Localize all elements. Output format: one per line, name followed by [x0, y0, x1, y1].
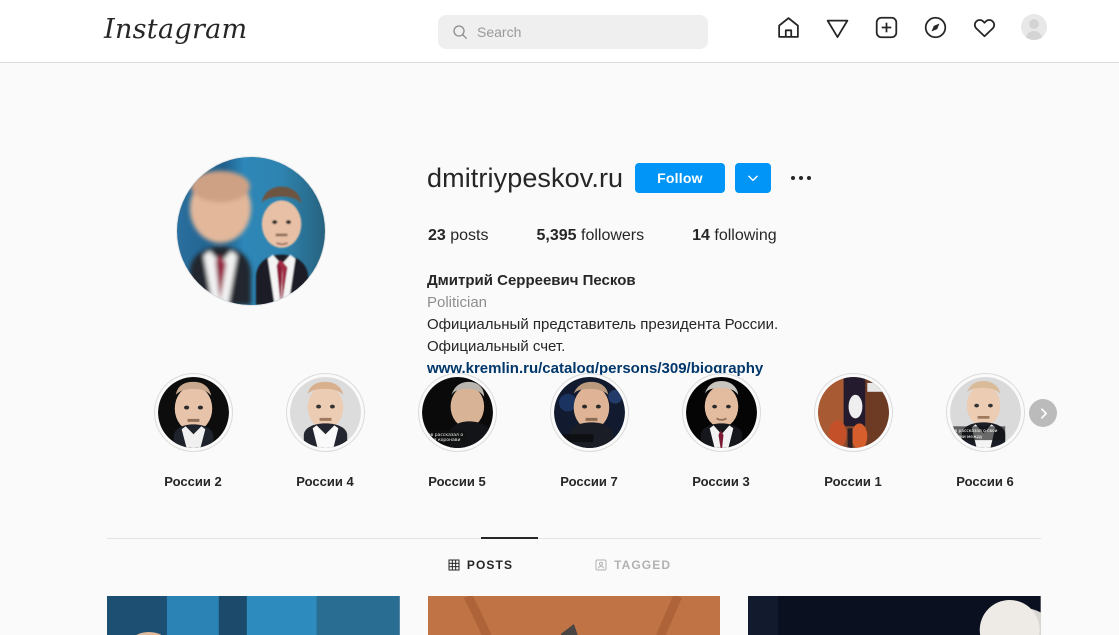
following-count: 14	[692, 227, 710, 244]
highlight-label: России 7	[560, 474, 618, 489]
highlight-item[interactable]: России 1	[798, 373, 908, 489]
top-navbar: Instagram Search	[0, 0, 1119, 63]
highlight-ring	[681, 373, 761, 452]
tab-posts[interactable]: POSTS	[448, 558, 513, 572]
story-highlights: России 2 России 4 ов рассказал о ния кор…	[0, 373, 1119, 493]
posts-count: 23	[428, 227, 446, 244]
instagram-logo[interactable]: Instagram	[104, 16, 247, 43]
svg-text:чении между: чении между	[951, 435, 982, 440]
profile-picture-image	[177, 157, 325, 305]
svg-text:ов рассказал о свои: ов рассказал о свои	[951, 429, 997, 434]
highlight-thumbnail	[289, 377, 361, 448]
stat-followers[interactable]: 5,395 followers	[537, 227, 645, 245]
post-thumbnail[interactable]	[107, 596, 400, 635]
post-image	[427, 596, 721, 635]
highlight-ring: ов рассказал о свои чении между	[945, 373, 1025, 452]
highlight-item[interactable]: ов рассказал о свои чении между России 6	[930, 373, 1040, 489]
highlight-item[interactable]: России 4	[270, 373, 380, 489]
ellipsis-icon	[798, 176, 803, 180]
highlights-next-button[interactable]	[1029, 399, 1057, 427]
svg-text:ния коронави: ния коронави	[427, 438, 460, 443]
paper-plane-icon[interactable]	[825, 15, 850, 40]
posts-label: posts	[450, 227, 489, 244]
highlight-item[interactable]: ов рассказал о ния коронави России 5	[402, 373, 512, 489]
post-image	[748, 596, 1042, 635]
post-thumbnail[interactable]	[427, 596, 721, 635]
avatar-icon[interactable]	[1021, 14, 1047, 40]
following-label: following	[714, 227, 777, 244]
highlight-thumbnail: ов рассказал о ния коронави	[421, 377, 493, 448]
tagged-icon	[595, 559, 607, 571]
highlight-item[interactable]: России 2	[138, 373, 248, 489]
grid-icon	[448, 559, 460, 571]
highlight-ring	[549, 373, 629, 452]
ellipsis-icon	[806, 176, 811, 180]
username-row: dmitriypeskov.ru Follow	[427, 163, 817, 193]
active-tab-indicator	[481, 537, 538, 539]
home-icon[interactable]	[776, 15, 801, 40]
profile-picture[interactable]	[176, 156, 326, 306]
chevron-down-icon	[747, 175, 758, 182]
highlight-item[interactable]: России 7	[534, 373, 644, 489]
highlight-ring	[153, 373, 233, 452]
highlight-thumbnail	[157, 377, 229, 448]
stat-posts[interactable]: 23 posts	[428, 227, 489, 245]
highlight-label: России 5	[428, 474, 486, 489]
bio-full-name: Дмитрий Серреевич Песков	[427, 272, 636, 289]
highlight-label: России 3	[692, 474, 750, 489]
highlight-label: России 2	[164, 474, 222, 489]
highlight-thumbnail	[685, 377, 757, 448]
highlight-thumbnail	[817, 377, 889, 448]
followers-count: 5,395	[536, 227, 577, 244]
page-title: dmitriypeskov.ru	[427, 162, 624, 193]
heart-icon[interactable]	[972, 15, 997, 40]
post-image	[107, 596, 400, 635]
search-placeholder: Search	[477, 24, 522, 40]
bio-line-2: Официальный счет.	[427, 338, 566, 356]
tab-posts-label: POSTS	[466, 558, 514, 572]
highlight-ring	[285, 373, 365, 452]
post-thumbnail[interactable]	[748, 596, 1042, 635]
profile-bio: Дмитрий Серреевич Песков Politician Офиц…	[427, 270, 897, 380]
post-grid	[107, 596, 1042, 635]
follow-dropdown-button[interactable]	[734, 163, 771, 193]
tabs-divider	[107, 538, 1041, 539]
search-input[interactable]: Search	[438, 15, 708, 49]
profile-options-button[interactable]	[785, 176, 817, 180]
follow-button[interactable]: Follow	[635, 163, 725, 193]
ellipsis-icon	[790, 176, 795, 180]
nav-icon-group	[776, 14, 1047, 40]
search-icon	[453, 25, 468, 40]
highlight-item[interactable]: России 3	[666, 373, 776, 489]
chevron-right-icon	[1040, 407, 1047, 419]
highlight-label: России 4	[296, 474, 354, 489]
highlight-ring	[813, 373, 893, 452]
bio-line-1: Официальный представитель президента Рос…	[427, 316, 779, 334]
highlight-thumbnail	[553, 377, 625, 448]
highlight-ring: ов рассказал о ния коронави	[417, 373, 497, 452]
tab-tagged[interactable]: TAGGED	[595, 558, 671, 572]
profile-tabs: POSTS TAGGED	[0, 558, 1119, 572]
bio-category: Politician	[427, 294, 488, 312]
followers-label: followers	[581, 227, 645, 244]
highlight-label: России 1	[824, 474, 882, 489]
plus-square-icon[interactable]	[874, 15, 899, 40]
compass-icon[interactable]	[923, 15, 948, 40]
tab-tagged-label: TAGGED	[614, 558, 672, 572]
profile-stats: 23 posts 5,395 followers 14 following	[428, 227, 825, 245]
stat-following[interactable]: 14 following	[692, 227, 777, 245]
highlight-label: России 6	[956, 474, 1014, 489]
highlight-thumbnail: ов рассказал о свои чении между	[949, 377, 1021, 448]
